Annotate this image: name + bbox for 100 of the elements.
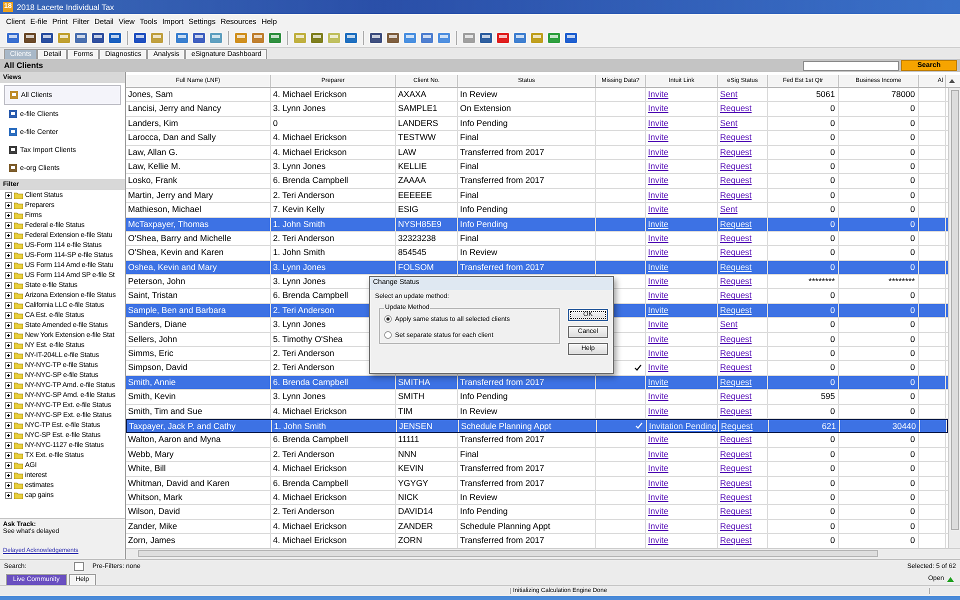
business-income-cell: 0	[839, 462, 919, 476]
fed-estimate-cell: 0	[768, 116, 839, 130]
name-cell: O'Shea, Kevin and Karen	[126, 246, 271, 260]
client-number-cell: TESTWW	[396, 131, 458, 145]
preparer-cell: 4. Michael Erickson	[271, 88, 396, 102]
client-number-cell: AXAXA	[396, 88, 458, 102]
name-cell: Jones, Sam	[126, 88, 271, 102]
preparer-cell: 6. Brenda Campbell	[271, 376, 396, 390]
status-cell: Final	[458, 160, 596, 174]
fed-estimate-cell: 0	[768, 174, 839, 188]
client-number-cell: NYSH85E9	[396, 218, 458, 231]
status-cell: Final	[458, 188, 596, 202]
business-income-cell: 0	[839, 520, 919, 534]
fed-estimate-cell: 0	[768, 289, 839, 303]
status-cell: Transferred from 2017	[458, 174, 596, 188]
fed-estimate-cell: 0	[768, 433, 839, 447]
business-income-cell: 0	[839, 347, 919, 360]
preparer-cell: 7. Kevin Kelly	[271, 203, 396, 217]
client-number-cell: SAMPLE1	[396, 102, 458, 116]
preparer-cell: 2. Teri Anderson	[271, 505, 396, 519]
name-cell: Wilson, David	[126, 505, 271, 519]
status-cell: In Review	[458, 404, 596, 418]
name-cell: Losko, Frank	[126, 174, 271, 188]
status-cell: On Extension	[458, 102, 596, 116]
business-income-cell: 0	[839, 505, 919, 519]
business-income-cell: 0	[839, 376, 919, 390]
name-cell: Walton, Aaron and Myna	[126, 433, 271, 447]
fed-estimate-cell: 0	[768, 376, 839, 390]
name-cell: Oshea, Kevin and Mary	[126, 260, 271, 274]
business-income-cell: 0	[839, 218, 919, 231]
preparer-cell: 2. Teri Anderson	[271, 188, 396, 202]
client-number-cell: 32323238	[396, 232, 458, 246]
fed-estimate-cell: 0	[768, 404, 839, 418]
status-cell: In Review	[458, 88, 596, 102]
name-cell: Whitson, Mark	[126, 490, 271, 504]
name-cell: Zander, Mike	[126, 520, 271, 534]
name-cell: Webb, Mary	[126, 448, 271, 462]
business-income-cell: 0	[839, 102, 919, 116]
name-cell: White, Bill	[126, 462, 271, 476]
fed-estimate-cell: 621	[769, 420, 840, 432]
preparer-cell: 4. Michael Erickson	[271, 490, 396, 504]
business-income-cell: 0	[839, 433, 919, 447]
name-cell: O'Shea, Barry and Michelle	[126, 232, 271, 246]
status-cell: In Review	[458, 490, 596, 504]
preparer-cell: 4. Michael Erickson	[271, 520, 396, 534]
client-number-cell: 11111	[396, 433, 458, 447]
fed-estimate-cell: 0	[768, 246, 839, 260]
preparer-cell: 6. Brenda Campbell	[271, 476, 396, 490]
fed-estimate-cell: 0	[768, 505, 839, 519]
name-cell: Law, Kellie M.	[126, 160, 271, 174]
fed-estimate-cell: 0	[768, 188, 839, 202]
name-cell: Landers, Kim	[126, 116, 271, 130]
client-number-cell: KEVIN	[396, 462, 458, 476]
status-cell: Transferred from 2017	[458, 376, 596, 390]
fed-estimate-cell: 0	[768, 332, 839, 346]
business-income-cell: 0	[839, 490, 919, 504]
client-number-cell: ZAAAA	[396, 174, 458, 188]
business-income-cell: 0	[839, 116, 919, 130]
business-income-cell: 78000	[839, 88, 919, 102]
preparer-cell: 3. Lynn Jones	[271, 260, 396, 274]
name-cell: Saint, Tristan	[126, 289, 271, 303]
business-income-cell: 0	[839, 448, 919, 462]
status-cell: Transferred from 2017	[458, 476, 596, 490]
fed-estimate-cell: 0	[768, 203, 839, 217]
view-title: All Clients	[4, 61, 44, 70]
name-cell: Larocca, Dan and Sally	[126, 131, 271, 145]
preparer-cell: 0	[271, 116, 396, 130]
business-income-cell: 0	[839, 476, 919, 490]
status-cell: Schedule Planning Appt	[459, 420, 597, 432]
preparer-cell: 4. Michael Erickson	[271, 146, 396, 159]
business-income-cell: 0	[839, 232, 919, 246]
preparer-cell: 6. Brenda Campbell	[271, 433, 396, 447]
status-cell: Info Pending	[458, 218, 596, 231]
fed-estimate-cell: 0	[768, 462, 839, 476]
name-cell: Whitman, David and Karen	[126, 476, 271, 490]
business-income-cell: 0	[839, 390, 919, 404]
status-cell: Final	[458, 448, 596, 462]
preparer-cell: 2. Teri Anderson	[271, 448, 396, 462]
fed-estimate-cell: ********	[768, 275, 839, 288]
fed-estimate-cell: 0	[768, 448, 839, 462]
client-number-cell: EEEEEE	[396, 188, 458, 202]
business-income-cell: 0	[839, 361, 919, 375]
status-cell: Transferred from 2017	[458, 433, 596, 447]
fed-estimate-cell: 0	[768, 131, 839, 145]
name-cell: Peterson, John	[126, 275, 271, 288]
client-number-cell: TIM	[396, 404, 458, 418]
status-cell: Transferred from 2017	[458, 462, 596, 476]
business-income-cell: 0	[839, 318, 919, 332]
status-cell: Info Pending	[458, 116, 596, 130]
client-number-cell: NICK	[396, 490, 458, 504]
preparer-cell: 3. Lynn Jones	[271, 390, 396, 404]
name-cell: Simpson, David	[126, 361, 271, 375]
name-cell: Mathieson, Michael	[126, 203, 271, 217]
fed-estimate-cell: 0	[768, 361, 839, 375]
fed-estimate-cell: 0	[768, 232, 839, 246]
fed-estimate-cell: 0	[768, 318, 839, 332]
client-number-cell: NNN	[396, 448, 458, 462]
preparer-cell: 3. Lynn Jones	[271, 102, 396, 116]
business-income-cell: 0	[839, 160, 919, 174]
preparer-cell: 4. Michael Erickson	[271, 131, 396, 145]
